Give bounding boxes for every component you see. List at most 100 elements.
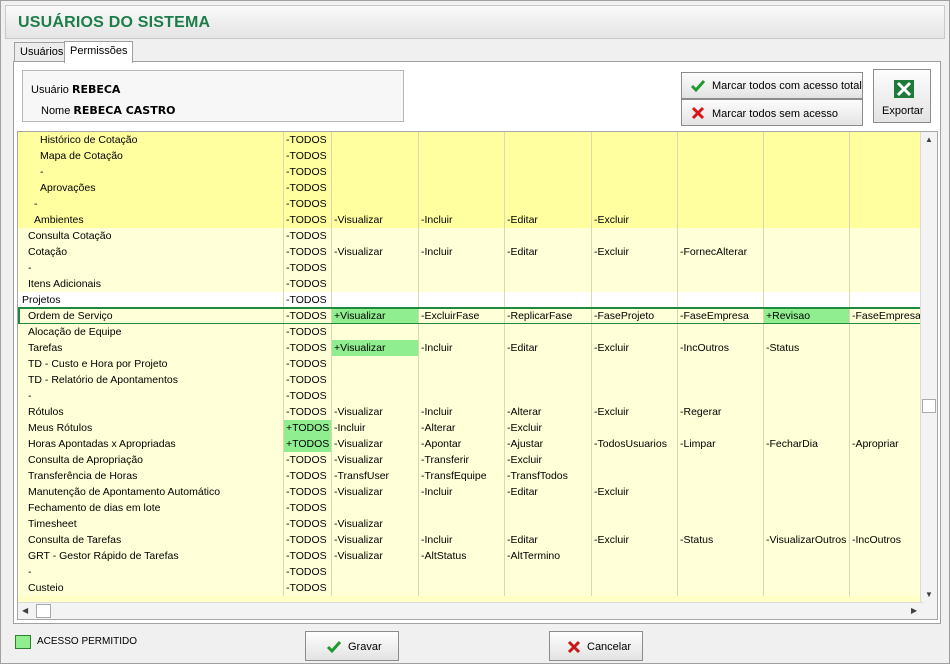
permission-cell[interactable]: -Excluir (592, 484, 678, 500)
permission-cell[interactable]: -TODOS (284, 260, 332, 276)
permission-cell[interactable]: -TODOS (284, 212, 332, 228)
table-row[interactable]: Aprovações -TODOS (18, 180, 923, 196)
permission-cell[interactable] (332, 132, 419, 148)
permission-cell[interactable]: -TODOS (284, 228, 332, 244)
permission-cell[interactable]: -Incluir (419, 404, 505, 420)
permission-cell[interactable] (850, 276, 923, 292)
permission-cell[interactable] (332, 228, 419, 244)
permission-cell[interactable] (505, 564, 592, 580)
permission-cell[interactable]: -Editar (505, 212, 592, 228)
permission-cell[interactable] (505, 292, 592, 308)
permission-cell[interactable]: -FaseProjeto (592, 308, 678, 324)
permission-cell[interactable] (505, 132, 592, 148)
permission-cell[interactable]: -Apontar (419, 436, 505, 452)
permission-cell[interactable] (764, 516, 850, 532)
permission-cell[interactable]: -Limpar (678, 436, 764, 452)
table-row[interactable]: - -TODOS (18, 164, 923, 180)
tab-permissoes[interactable]: Permissões (64, 41, 134, 63)
table-row[interactable]: - -TODOS (18, 196, 923, 212)
permission-cell[interactable]: -TODOS (284, 564, 332, 580)
permission-cell[interactable] (764, 324, 850, 340)
permission-cell[interactable] (850, 324, 923, 340)
permission-cell[interactable] (592, 276, 678, 292)
permission-cell[interactable] (592, 260, 678, 276)
permission-cell[interactable]: -Excluir (592, 532, 678, 548)
permission-cell[interactable] (850, 388, 923, 404)
permission-cell[interactable]: -Transferir (419, 452, 505, 468)
table-row[interactable]: Horas Apontadas x Apropriadas +TODOS -Visu… (18, 436, 923, 452)
permission-cell[interactable] (592, 196, 678, 212)
permission-cell[interactable]: -TODOS (284, 356, 332, 372)
permission-cell[interactable] (678, 580, 764, 596)
permission-cell[interactable] (850, 484, 923, 500)
permission-cell[interactable]: -TodosUsuarios (592, 436, 678, 452)
permission-cell[interactable] (850, 548, 923, 564)
permission-cell[interactable]: -Regerar (678, 404, 764, 420)
permission-cell[interactable] (850, 228, 923, 244)
permission-cell[interactable] (505, 164, 592, 180)
permission-cell[interactable] (332, 180, 419, 196)
permission-cell[interactable]: -ReplicarFase (505, 308, 592, 324)
permission-cell[interactable] (505, 516, 592, 532)
permission-cell[interactable] (419, 292, 505, 308)
table-row[interactable]: TD - Relatório de Apontamentos -TODOS (18, 372, 923, 388)
permission-cell[interactable] (850, 196, 923, 212)
permission-cell[interactable]: -Visualizar (332, 452, 419, 468)
permission-cell[interactable] (505, 228, 592, 244)
save-button[interactable]: Gravar (305, 631, 399, 661)
permission-cell[interactable]: -TODOS (284, 404, 332, 420)
permission-cell[interactable] (419, 180, 505, 196)
cancel-button[interactable]: Cancelar (549, 631, 643, 661)
permission-cell[interactable]: +TODOS (284, 436, 332, 452)
permission-cell[interactable]: -Excluir (505, 452, 592, 468)
permission-cell[interactable]: -TODOS (284, 452, 332, 468)
permission-cell[interactable]: -FaseEmpresa (850, 308, 923, 324)
permission-cell[interactable]: -TransfUser (332, 468, 419, 484)
permission-cell[interactable] (850, 164, 923, 180)
table-row[interactable]: Projetos -TODOS (18, 292, 923, 308)
permission-cell[interactable] (764, 212, 850, 228)
permission-cell[interactable] (678, 324, 764, 340)
permission-cell[interactable]: -TODOS (284, 548, 332, 564)
permission-cell[interactable] (764, 164, 850, 180)
permission-cell[interactable] (592, 148, 678, 164)
permission-cell[interactable] (764, 564, 850, 580)
permission-cell[interactable] (505, 180, 592, 196)
permission-cell[interactable] (850, 452, 923, 468)
permission-cell[interactable]: -FornecAlterar (678, 244, 764, 260)
permission-cell[interactable] (764, 484, 850, 500)
permission-cell[interactable]: -TODOS (284, 372, 332, 388)
permission-cell[interactable] (592, 132, 678, 148)
permission-cell[interactable] (850, 148, 923, 164)
permission-cell[interactable]: -Incluir (419, 212, 505, 228)
permission-cell[interactable]: -VisualizarOutros (764, 532, 850, 548)
permission-cell[interactable]: -TODOS (284, 308, 332, 324)
permission-cell[interactable] (592, 548, 678, 564)
table-row[interactable]: Tarefas -TODOS +Visualizar -Incluir -Editar -… (18, 340, 923, 356)
permission-cell[interactable]: +Visualizar (332, 308, 419, 324)
permission-cell[interactable] (850, 212, 923, 228)
permission-cell[interactable] (678, 276, 764, 292)
table-row[interactable]: Mapa de Cotação -TODOS (18, 148, 923, 164)
permission-cell[interactable]: -Visualizar (332, 404, 419, 420)
table-row[interactable]: Fechamento de dias em lote -TODOS (18, 500, 923, 516)
permission-cell[interactable] (419, 148, 505, 164)
permission-cell[interactable]: -IncOutros (678, 340, 764, 356)
permission-cell[interactable] (419, 500, 505, 516)
permission-cell[interactable] (678, 452, 764, 468)
permission-cell[interactable] (419, 276, 505, 292)
permission-cell[interactable]: -Visualizar (332, 484, 419, 500)
permission-cell[interactable] (850, 340, 923, 356)
permission-cell[interactable] (505, 580, 592, 596)
permission-cell[interactable] (764, 180, 850, 196)
permission-cell[interactable]: -Ajustar (505, 436, 592, 452)
permission-cell[interactable] (850, 580, 923, 596)
permission-cell[interactable] (592, 452, 678, 468)
table-row[interactable]: Alocação de Equipe -TODOS (18, 324, 923, 340)
permission-cell[interactable]: -Excluir (505, 420, 592, 436)
permission-cell[interactable]: -Editar (505, 244, 592, 260)
permission-cell[interactable]: -TODOS (284, 196, 332, 212)
permission-cell[interactable] (592, 180, 678, 196)
permission-cell[interactable] (764, 260, 850, 276)
permission-cell[interactable] (850, 244, 923, 260)
